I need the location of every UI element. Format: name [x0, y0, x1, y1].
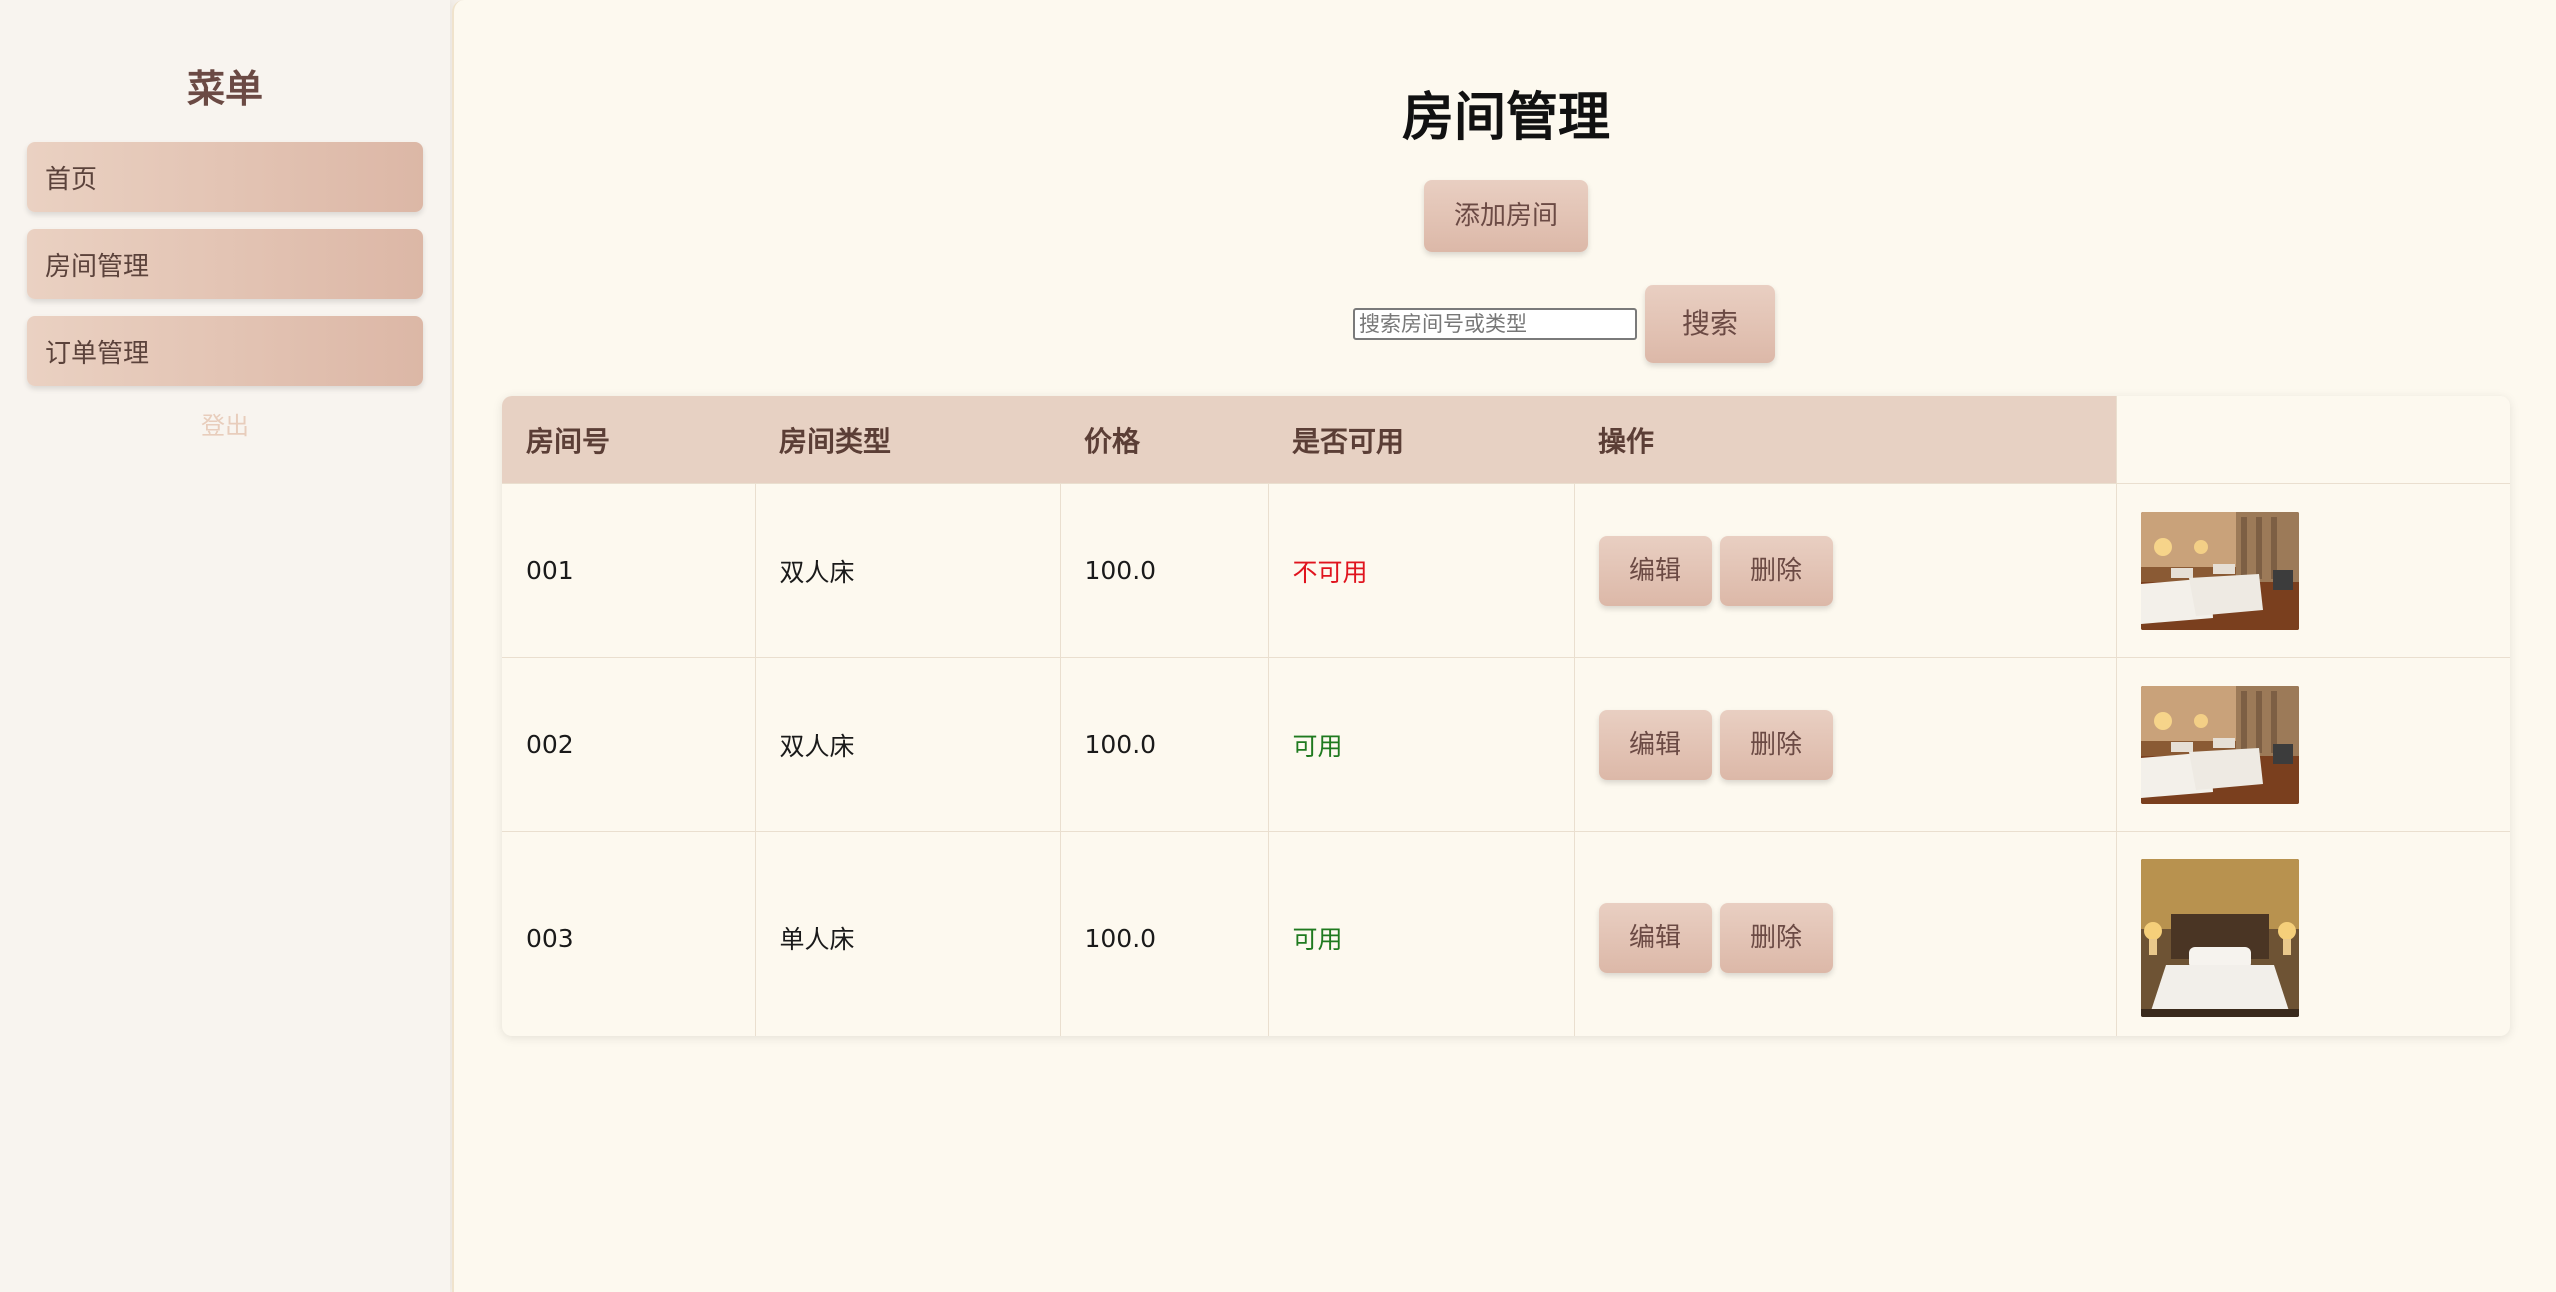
delete-button[interactable]: 删除	[1719, 535, 1833, 606]
cell-room-type: 双人床	[754, 483, 1060, 658]
sidebar-title: 菜单	[186, 67, 263, 111]
cell-room-no: 003	[502, 831, 755, 1036]
main-content: 房间管理 添加房间 搜索 房间号 房	[452, 0, 2556, 1292]
cell-photo	[2115, 483, 2510, 658]
add-room-button[interactable]: 添加房间	[1424, 180, 1588, 252]
table-row: 001 双人床 100.0 不可用 编辑 删除	[502, 483, 2510, 658]
search-input[interactable]	[1353, 308, 1637, 340]
sidebar-item-label: 首页	[45, 164, 98, 195]
row-actions: 编辑 删除	[1598, 709, 2115, 780]
cell-actions: 编辑 删除	[1573, 483, 2116, 658]
search-button[interactable]: 搜索	[1645, 285, 1775, 363]
cell-status-available: 可用	[1267, 831, 1574, 1036]
sidebar-item-label: 订单管理	[45, 338, 150, 369]
column-header-price: 价格	[1060, 396, 1268, 484]
sidebar-item-room-management[interactable]: 房间管理	[27, 229, 423, 299]
cell-price: 100.0	[1059, 657, 1268, 832]
cell-photo	[2115, 831, 2510, 1036]
twin-bed-room-photo	[2140, 511, 2299, 630]
column-header-photo	[2115, 396, 2510, 484]
table-row: 003 单人床 100.0 可用 编辑 删除	[502, 831, 2510, 1036]
add-room-wrapper: 添加房间	[454, 180, 2556, 252]
cell-room-type: 单人床	[754, 831, 1060, 1036]
cell-actions: 编辑 删除	[1573, 831, 2116, 1036]
logout-link[interactable]: 登出	[0, 406, 450, 446]
sidebar-item-order-management[interactable]: 订单管理	[27, 316, 423, 386]
column-header-room-type: 房间类型	[755, 396, 1060, 484]
cell-photo	[2115, 657, 2510, 832]
cell-price: 100.0	[1059, 831, 1268, 1036]
app-window: 菜单 首页 房间管理 订单管理 登出 房间管理 添加房间 搜索房间号或类型 搜索…	[0, 0, 2556, 1292]
cell-actions: 编辑 删除	[1573, 657, 2116, 832]
cell-status-unavailable: 不可用	[1267, 483, 1574, 658]
column-header-room-no: 房间号	[502, 396, 755, 484]
cell-room-type: 双人床	[754, 657, 1060, 832]
cell-room-no: 002	[502, 657, 755, 832]
cell-price: 100.0	[1059, 483, 1268, 658]
row-actions: 编辑 删除	[1598, 535, 2115, 606]
column-header-available: 是否可用	[1268, 396, 1574, 484]
table-header-row: 房间号 房间类型 价格 是否可用 操作	[502, 396, 2510, 484]
cell-status-available: 可用	[1267, 657, 1574, 832]
sidebar: 菜单 首页 房间管理 订单管理 登出	[0, 0, 450, 1292]
sidebar-item-home[interactable]: 首页	[27, 142, 423, 212]
table-row: 002 双人床 100.0 可用 编辑 删除	[502, 657, 2510, 832]
search-bar: 搜索	[454, 285, 2556, 363]
page-title: 房间管理	[1401, 88, 1610, 148]
rooms-table-card: 房间号 房间类型 价格 是否可用 操作 001 双人床 100.0 不可用 编辑…	[502, 396, 2510, 1036]
cell-room-no: 001	[502, 483, 755, 658]
edit-button[interactable]: 编辑	[1598, 709, 1712, 780]
delete-button[interactable]: 删除	[1719, 709, 1833, 780]
edit-button[interactable]: 编辑	[1598, 903, 1712, 973]
sidebar-item-label: 房间管理	[45, 251, 150, 282]
delete-button[interactable]: 删除	[1719, 903, 1833, 973]
single-bed-room-photo	[2140, 859, 2299, 1017]
column-header-actions: 操作	[1574, 396, 2116, 484]
twin-bed-room-photo	[2140, 685, 2299, 804]
sidebar-menu: 首页 房间管理 订单管理	[0, 142, 450, 386]
row-actions: 编辑 删除	[1598, 903, 2115, 973]
edit-button[interactable]: 编辑	[1598, 535, 1712, 606]
rooms-table: 房间号 房间类型 价格 是否可用 操作 001 双人床 100.0 不可用 编辑…	[502, 396, 2510, 1036]
